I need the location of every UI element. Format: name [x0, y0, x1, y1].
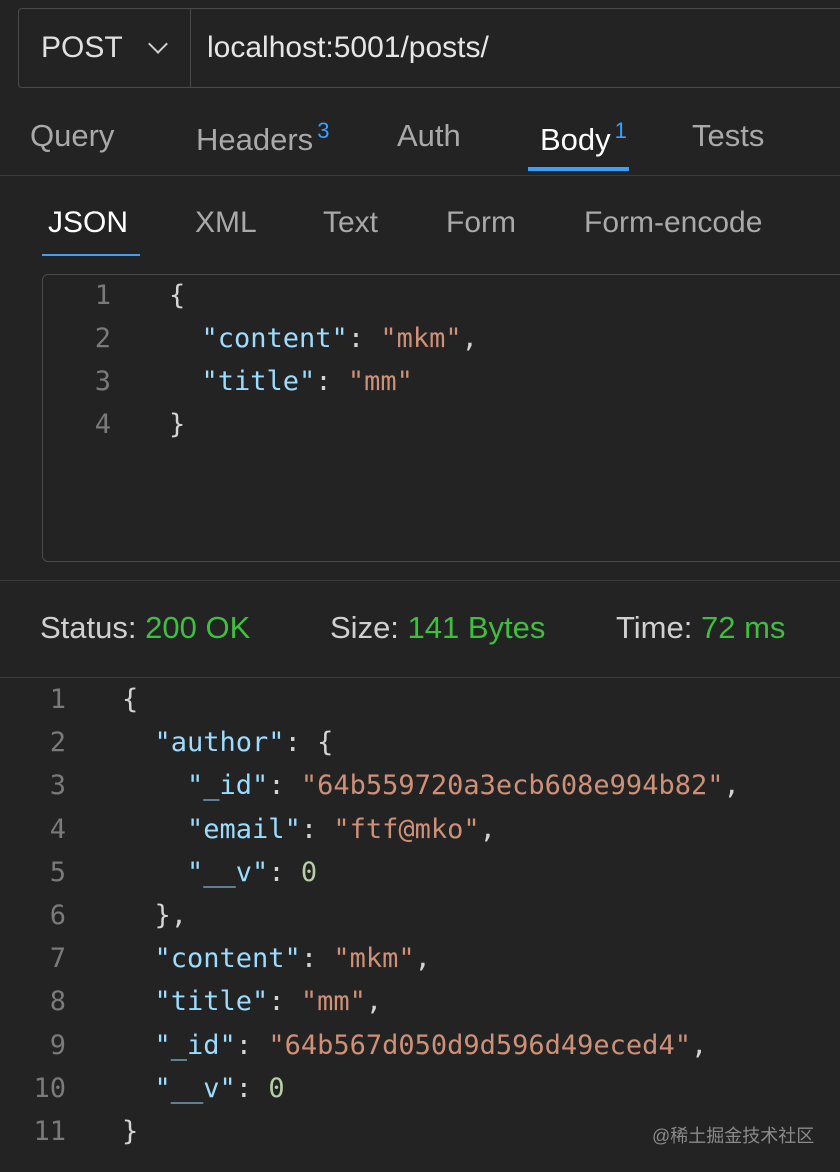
tab-badge: 1 — [614, 118, 627, 143]
code-text: "content": "mkm", — [201, 323, 478, 354]
status-info: Status: 200 OK — [40, 610, 250, 646]
line-number: 3 — [49, 770, 66, 802]
tab-label: Query — [30, 118, 115, 153]
active-tab-indicator — [528, 167, 629, 171]
tab-label: Auth — [397, 118, 461, 153]
status-label: Status: — [40, 610, 137, 645]
tab-tests[interactable]: Tests — [692, 118, 764, 154]
time-value: 72 ms — [700, 610, 786, 645]
tab-headers[interactable]: Headers 3 — [196, 118, 329, 158]
code-text: { — [169, 280, 186, 311]
code-text: "__v": 0 — [154, 1072, 285, 1104]
code-text: "email": "ftf@mko", — [187, 813, 496, 845]
url-input[interactable]: localhost:5001/posts/ — [191, 9, 840, 87]
tab-badge: 3 — [317, 118, 330, 143]
code-text: "title": "mm" — [201, 366, 413, 397]
response-body-viewer: 1 {2 "author": { 3 "_id": "64b559720a3ecb6… — [0, 680, 840, 1160]
chevron-down-icon — [149, 40, 165, 56]
line-number: 2 — [49, 727, 66, 759]
time-info: Time: 72 ms — [616, 610, 785, 646]
body-type-tabs: JSON XML Text Form Form-encode — [0, 190, 840, 260]
tab-label: Tests — [692, 118, 765, 153]
watermark: @稀土掘金技术社区 — [652, 1126, 815, 1146]
code-text: "title": "mm", — [154, 986, 383, 1018]
code-text: "__v": 0 — [187, 856, 318, 888]
tab-auth[interactable]: Auth — [397, 118, 461, 154]
line-number: 1 — [49, 684, 66, 715]
code-text: "author": { — [154, 727, 334, 759]
active-body-type-indicator — [42, 254, 140, 256]
status-value: 200 OK — [145, 610, 251, 645]
line-number: 9 — [49, 1029, 66, 1061]
body-type-form-encode[interactable]: Form-encode — [584, 206, 762, 240]
body-type-xml[interactable]: XML — [195, 206, 257, 240]
tab-query[interactable]: Query — [30, 118, 114, 154]
code-text: "_id": "64b567d050d9d596d49eced4", — [154, 1029, 708, 1061]
line-number: 5 — [49, 856, 66, 888]
code-text: } — [122, 1116, 139, 1147]
request-tabs: Query Headers 3 Auth Body 1 Tests — [0, 104, 840, 176]
body-type-text[interactable]: Text — [323, 206, 378, 240]
line-number: 4 — [94, 409, 111, 440]
request-body-editor[interactable]: 1 {2 "content": "mkm", 3 "title": "mm" 4} — [42, 274, 840, 562]
line-number: 4 — [49, 813, 66, 845]
line-number: 8 — [49, 986, 66, 1018]
code-text: { — [122, 684, 139, 715]
tab-body[interactable]: Body 1 — [540, 118, 627, 158]
code-text: "_id": "64b559720a3ecb608e994b82", — [187, 770, 740, 802]
time-label: Time: — [616, 610, 693, 645]
divider — [0, 677, 840, 678]
tab-label: Headers — [196, 122, 314, 157]
code-text: "content": "mkm", — [154, 943, 431, 975]
body-type-form[interactable]: Form — [446, 206, 516, 240]
line-number: 7 — [49, 943, 66, 975]
body-type-json[interactable]: JSON — [48, 206, 128, 240]
line-number: 11 — [33, 1116, 66, 1147]
divider — [0, 580, 840, 581]
size-value: 141 Bytes — [407, 610, 546, 645]
line-number: 2 — [94, 323, 111, 354]
size-info: Size: 141 Bytes — [330, 610, 545, 646]
method-select[interactable]: POST — [19, 9, 191, 87]
method-label: POST — [41, 31, 123, 64]
size-label: Size: — [330, 610, 399, 645]
code-text: } — [169, 409, 186, 440]
tab-label: Body — [540, 122, 611, 157]
code-text: }, — [122, 900, 188, 931]
line-number: 6 — [49, 900, 66, 931]
line-number: 3 — [94, 366, 111, 397]
line-number: 1 — [94, 280, 111, 311]
line-number: 10 — [33, 1072, 66, 1104]
request-bar: POST localhost:5001/posts/ — [18, 8, 840, 88]
